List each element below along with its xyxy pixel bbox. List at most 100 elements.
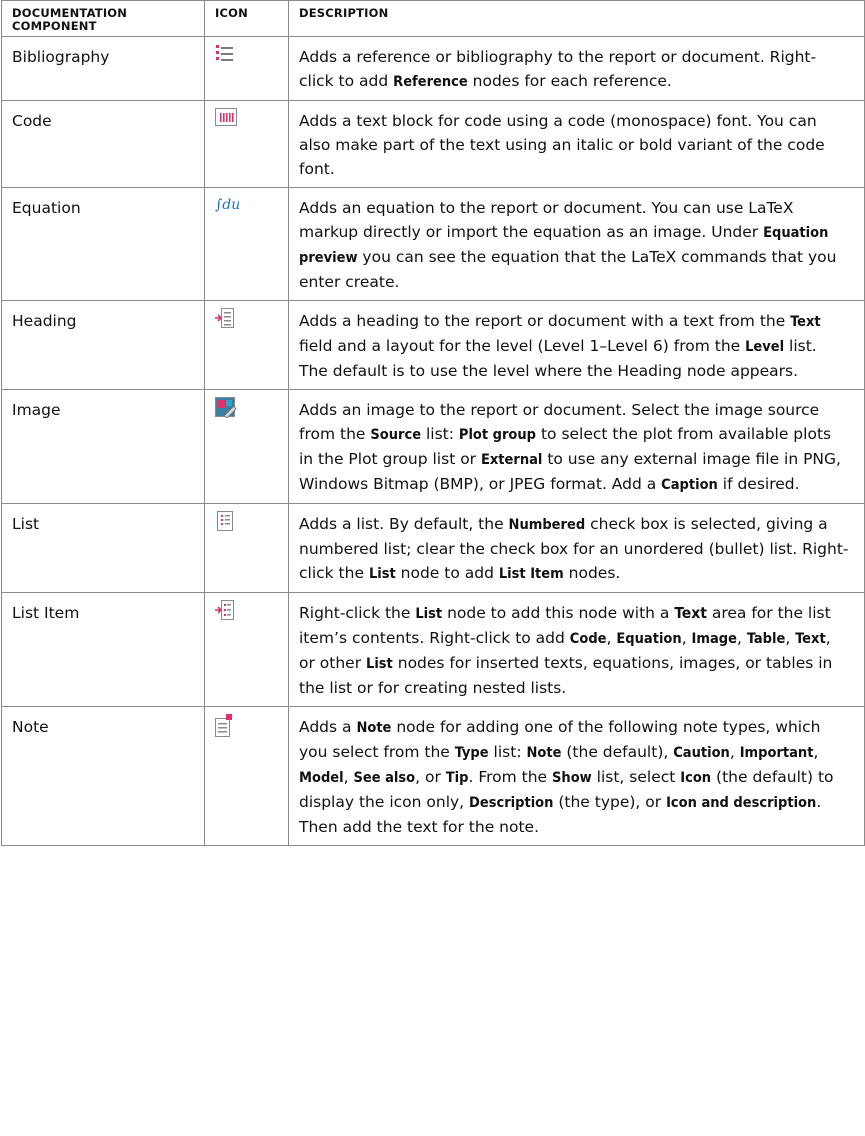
note-icon xyxy=(215,714,235,737)
description-text: , xyxy=(606,629,617,647)
component-description: Adds a reference or bibliography to the … xyxy=(288,36,865,101)
description-text: nodes. xyxy=(563,564,621,582)
ui-term: External xyxy=(480,452,543,468)
image-icon xyxy=(215,397,237,419)
table-row: Heading Adds a heading to the report or … xyxy=(1,300,865,390)
ui-term: Table xyxy=(746,631,786,647)
list-item-icon xyxy=(215,600,235,622)
component-description: Right-click the List node to add this no… xyxy=(288,592,865,707)
description-text: Right-click the xyxy=(299,604,416,622)
ui-term: Tip xyxy=(445,770,469,786)
svg-text:∫du: ∫du xyxy=(215,197,239,213)
ui-term: Note xyxy=(526,745,562,761)
description-text: node to add this node with a xyxy=(442,604,675,622)
description-text: node to add xyxy=(395,564,499,582)
ui-term: See also xyxy=(353,770,416,786)
header-icon: ICON xyxy=(204,0,289,37)
description-text: you can see the equation that the LaTeX … xyxy=(299,248,837,291)
component-name: Equation xyxy=(1,187,205,301)
ui-term: Icon and description xyxy=(666,795,817,811)
icon-cell xyxy=(204,706,289,846)
description-text: field and a layout for the level (Level … xyxy=(299,337,746,355)
bibliography-icon xyxy=(215,44,235,66)
table-row: List Adds a list. By default, the Number… xyxy=(1,503,865,593)
component-description: Adds a heading to the report or document… xyxy=(288,300,865,390)
table-row: Equation ∫du Adds an equation to the rep… xyxy=(1,187,865,301)
table-row: List Item Right-click the List node to a… xyxy=(1,592,865,707)
header-component-line2: COMPONENT xyxy=(12,19,97,33)
description-text: list, select xyxy=(591,768,681,786)
component-description: Adds a list. By default, the Numbered ch… xyxy=(288,503,865,593)
description-text: nodes for each reference. xyxy=(467,72,672,90)
list-icon xyxy=(215,511,235,533)
table-row: Code Adds a text block for code using a … xyxy=(1,100,865,188)
ui-term: Icon xyxy=(680,770,712,786)
ui-term: Text xyxy=(790,314,821,330)
ui-term: Important xyxy=(739,745,814,761)
icon-cell xyxy=(204,503,289,593)
ui-term: Type xyxy=(454,745,489,761)
ui-term: List xyxy=(366,656,393,672)
component-name: Code xyxy=(1,100,205,188)
icon-cell xyxy=(204,100,289,188)
component-name: Image xyxy=(1,389,205,504)
ui-term: Caution xyxy=(673,745,730,761)
ui-term: Image xyxy=(691,631,737,647)
ui-term: Level xyxy=(745,339,785,355)
component-description: Adds a Note node for adding one of the f… xyxy=(288,706,865,846)
component-description: Adds an image to the report or document.… xyxy=(288,389,865,504)
ui-term: Plot group xyxy=(458,427,537,443)
table-row: Note Adds a Note node for adding one of … xyxy=(1,706,865,846)
ui-term: Code xyxy=(569,631,607,647)
icon-cell xyxy=(204,592,289,707)
component-description: Adds a text block for code using a code … xyxy=(288,100,865,188)
header-component: DOCUMENTATION COMPONENT xyxy=(1,0,205,37)
ui-term: Source xyxy=(370,427,422,443)
description-text: , xyxy=(813,743,819,761)
description-text: , or xyxy=(415,768,446,786)
ui-term: List Item xyxy=(498,566,564,582)
component-name: List Item xyxy=(1,592,205,707)
heading-icon xyxy=(215,308,235,330)
table-header-row: DOCUMENTATION COMPONENT ICON DESCRIPTION xyxy=(1,0,865,37)
ui-term: Equation xyxy=(616,631,682,647)
description-text: , xyxy=(681,629,692,647)
table-row: Image Adds an image to the report or doc… xyxy=(1,389,865,504)
description-text: (the type), or xyxy=(553,793,667,811)
description-text: , xyxy=(785,629,796,647)
icon-cell xyxy=(204,36,289,101)
description-text: list: xyxy=(421,425,459,443)
description-text: (the default), xyxy=(561,743,674,761)
description-text: , xyxy=(343,768,354,786)
description-text: Adds a heading to the report or document… xyxy=(299,312,791,330)
icon-cell xyxy=(204,300,289,390)
table-row: Bibliography Adds a reference or bibliog… xyxy=(1,36,865,101)
description-text: Adds a text block for code using a code … xyxy=(299,112,825,178)
description-text: Adds a list. By default, the xyxy=(299,515,509,533)
equation-icon: ∫du xyxy=(215,195,239,217)
component-description: Adds an equation to the report or docume… xyxy=(288,187,865,301)
ui-term: Description xyxy=(469,795,554,811)
ui-term: Text xyxy=(674,604,707,622)
component-name: List xyxy=(1,503,205,593)
ui-term: Model xyxy=(299,770,344,786)
description-text: . From the xyxy=(468,768,553,786)
description-text: , xyxy=(736,629,747,647)
component-name: Bibliography xyxy=(1,36,205,101)
code-icon xyxy=(215,108,237,130)
ui-term: Numbered xyxy=(508,517,586,533)
header-description: DESCRIPTION xyxy=(288,0,865,37)
ui-term: List xyxy=(368,566,396,582)
description-text: if desired. xyxy=(717,475,800,493)
ui-term: Show xyxy=(552,770,592,786)
ui-term: Note xyxy=(356,720,392,736)
description-text: list: xyxy=(488,743,527,761)
documentation-components-table: DOCUMENTATION COMPONENT ICON DESCRIPTION … xyxy=(1,0,865,846)
ui-term: Text xyxy=(795,631,826,647)
description-text: Adds a xyxy=(299,718,357,736)
ui-term: Caption xyxy=(661,477,718,493)
ui-term: List xyxy=(415,606,443,622)
component-name: Heading xyxy=(1,300,205,390)
component-name: Note xyxy=(1,706,205,846)
description-text: Adds an equation to the report or docume… xyxy=(299,199,794,241)
